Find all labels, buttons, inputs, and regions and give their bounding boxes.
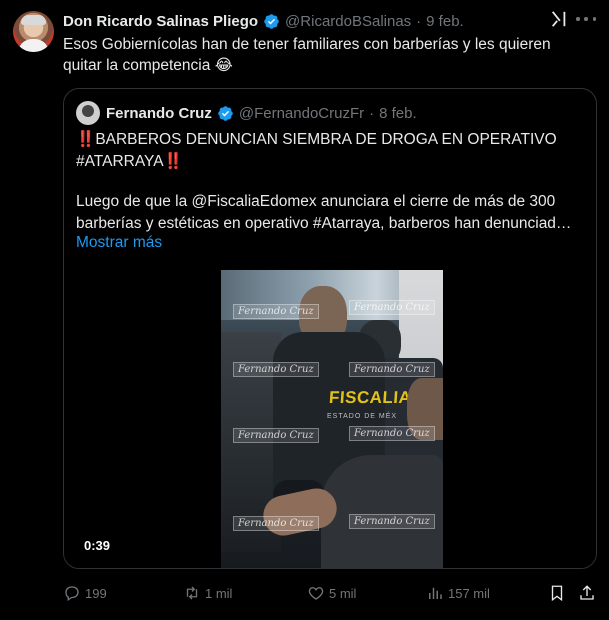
quote-author-handle[interactable]: @FernandoCruzFr <box>239 105 364 122</box>
watermark: Fernando Cruz <box>349 362 435 377</box>
quote-author-avatar[interactable] <box>76 101 100 125</box>
repost-button[interactable]: 1 mil <box>183 583 232 603</box>
vest-label: FISCALIA <box>328 388 413 407</box>
like-button[interactable]: 5 mil <box>307 583 356 603</box>
show-more-link[interactable]: Mostrar más <box>76 234 162 252</box>
video-timecode: 0:39 <box>84 538 111 553</box>
double-exclamation-icon: ‼️ <box>163 153 183 170</box>
tweet-date[interactable]: 9 feb. <box>426 13 464 30</box>
repost-count: 1 mil <box>205 585 233 601</box>
quote-headline-text: BARBEROS DENUNCIAN SIEMBRA DE DROGA EN O… <box>76 131 557 170</box>
reply-count: 199 <box>85 585 107 601</box>
separator-dot: · <box>369 104 375 122</box>
separator-dot: · <box>416 12 422 30</box>
watermark: Fernando Cruz <box>349 300 435 315</box>
quote-body-text: Luego de que la @FiscaliaEdomex anunciar… <box>76 193 572 232</box>
bookmark-icon <box>551 585 563 602</box>
verified-badge-icon <box>264 13 279 29</box>
author-name[interactable]: Don Ricardo Salinas Pliego <box>63 13 258 30</box>
action-bar: 199 1 mil 5 mil 157 mil <box>63 583 597 603</box>
video-player[interactable]: FISCALIA ESTADO DE MÉX Fernando Cruz Fer… <box>64 270 596 568</box>
avatar-hair <box>21 15 46 25</box>
video-frame: FISCALIA ESTADO DE MÉX Fernando Cruz Fer… <box>221 270 443 568</box>
like-count: 5 mil <box>329 585 357 601</box>
views-count: 157 mil <box>448 585 490 601</box>
share-button[interactable] <box>578 583 596 603</box>
vest-sublabel: ESTADO DE MÉX <box>327 413 398 420</box>
like-icon <box>308 587 324 600</box>
views-icon <box>429 587 442 599</box>
bookmark-button[interactable] <box>548 583 566 603</box>
watermark: Fernando Cruz <box>233 304 319 319</box>
double-exclamation-icon: ‼️ <box>76 131 96 148</box>
quote-date[interactable]: 8 feb. <box>379 105 417 122</box>
person-body <box>321 455 443 568</box>
views-button[interactable]: 157 mil <box>426 583 490 603</box>
avatar-shirt <box>18 39 49 52</box>
reply-button[interactable]: 199 <box>63 583 107 603</box>
watermark: Fernando Cruz <box>349 426 435 441</box>
tweet-header: Don Ricardo Salinas Pliego @RicardoBSali… <box>63 11 464 31</box>
watermark: Fernando Cruz <box>233 428 319 443</box>
quote-header: Fernando Cruz @FernandoCruzFr · 8 feb. <box>106 103 417 123</box>
reply-icon <box>65 586 79 602</box>
quote-author-name[interactable]: Fernando Cruz <box>106 105 212 122</box>
verified-badge-icon <box>218 105 233 121</box>
author-avatar[interactable] <box>13 11 54 52</box>
grok-icon[interactable] <box>550 10 568 28</box>
author-handle[interactable]: @RicardoBSalinas <box>285 13 411 30</box>
watermark: Fernando Cruz <box>233 516 319 531</box>
watermark: Fernando Cruz <box>233 362 319 377</box>
more-options-icon[interactable] <box>576 10 596 28</box>
share-icon <box>580 585 594 600</box>
watermark: Fernando Cruz <box>349 514 435 529</box>
repost-icon <box>186 586 198 600</box>
tweet-text: Esos Gobiernícolas han de tener familiar… <box>63 36 551 74</box>
tweet[interactable]: Don Ricardo Salinas Pliego @RicardoBSali… <box>0 0 609 620</box>
quoted-tweet[interactable]: Fernando Cruz @FernandoCruzFr · 8 feb. ‼… <box>63 88 597 569</box>
quote-headline: ‼️BARBEROS DENUNCIAN SIEMBRA DE DROGA EN… <box>76 129 588 173</box>
